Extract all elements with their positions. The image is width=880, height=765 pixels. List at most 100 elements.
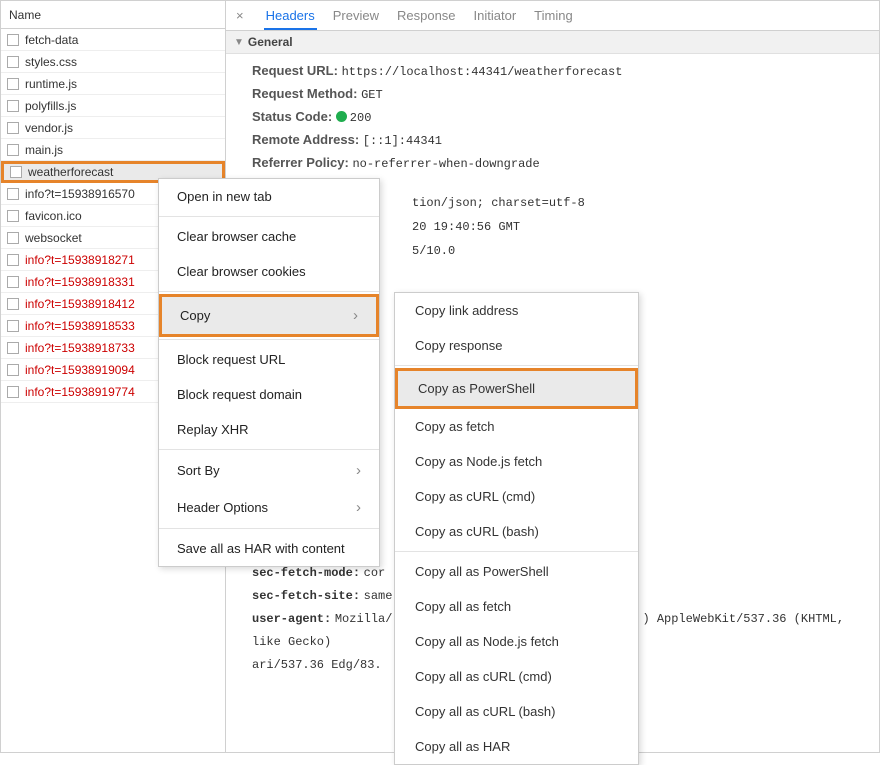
context-menu-item[interactable]: Replay XHR	[159, 412, 379, 447]
submenu-item[interactable]: Copy response	[395, 328, 638, 363]
request-name: info?t=15938918412	[25, 297, 135, 311]
context-menu-label: Clear browser cache	[177, 229, 296, 244]
general-section-body: Request URL: https://localhost:44341/wea…	[226, 54, 879, 181]
tab-response[interactable]: Response	[395, 2, 458, 28]
partial-line: tion/json; charset=utf-8	[412, 191, 879, 215]
submenu-item[interactable]: Copy as PowerShell	[395, 368, 638, 409]
request-row[interactable]: runtime.js	[1, 73, 225, 95]
row-checkbox[interactable]	[7, 342, 19, 354]
tab-timing[interactable]: Timing	[532, 2, 575, 28]
request-name: info?t=15938919774	[25, 385, 135, 399]
row-checkbox[interactable]	[7, 320, 19, 332]
submenu-item[interactable]: Copy all as Node.js fetch	[395, 624, 638, 659]
row-checkbox[interactable]	[7, 386, 19, 398]
row-checkbox[interactable]	[7, 122, 19, 134]
submenu-item[interactable]: Copy all as PowerShell	[395, 554, 638, 589]
context-menu-label: Block request domain	[177, 387, 302, 402]
submenu-item[interactable]: Copy all as cURL (cmd)	[395, 659, 638, 694]
tab-preview[interactable]: Preview	[331, 2, 381, 28]
row-checkbox[interactable]	[7, 100, 19, 112]
row-checkbox[interactable]	[7, 276, 19, 288]
name-column-header[interactable]: Name	[1, 1, 225, 29]
request-name: polyfills.js	[25, 99, 76, 113]
request-name: info?t=15938918733	[25, 341, 135, 355]
context-menu-item[interactable]: Clear browser cache	[159, 219, 379, 254]
request-row[interactable]: main.js	[1, 139, 225, 161]
status-code-value: 200	[350, 111, 372, 125]
context-menu[interactable]: Open in new tab Clear browser cache Clear …	[158, 178, 380, 567]
status-dot-icon	[336, 111, 347, 122]
request-method-value: GET	[361, 88, 383, 102]
context-menu-item[interactable]: Header Options ›	[159, 489, 379, 526]
row-checkbox[interactable]	[7, 188, 19, 200]
context-menu-label: Clear browser cookies	[177, 264, 306, 279]
chevron-right-icon: ›	[356, 462, 361, 479]
submenu-item[interactable]: Copy as Node.js fetch	[395, 444, 638, 479]
request-name: main.js	[25, 143, 63, 157]
partial-line: 5/10.0	[412, 239, 879, 263]
close-icon[interactable]: ×	[232, 8, 248, 23]
general-section-header[interactable]: ▼ General	[226, 31, 879, 54]
request-name: websocket	[25, 231, 82, 245]
context-menu-label: Save all as HAR with content	[177, 541, 345, 556]
submenu-item[interactable]: Copy as cURL (bash)	[395, 514, 638, 549]
row-checkbox[interactable]	[7, 210, 19, 222]
request-name: info?t=15938918331	[25, 275, 135, 289]
context-menu-item[interactable]: Copy›	[159, 294, 379, 337]
remote-address-label: Remote Address:	[252, 132, 359, 147]
context-menu-label: Replay XHR	[177, 422, 249, 437]
context-menu-label: Open in new tab	[177, 189, 272, 204]
submenu-item[interactable]: Copy as cURL (cmd)	[395, 479, 638, 514]
detail-tabs: × Headers Preview Response Initiator Timing	[226, 1, 879, 31]
request-row[interactable]: fetch-data	[1, 29, 225, 51]
row-checkbox[interactable]	[7, 56, 19, 68]
context-menu-item[interactable]: Open in new tab	[159, 179, 379, 214]
submenu-item[interactable]: Copy all as fetch	[395, 589, 638, 624]
request-method-label: Request Method:	[252, 86, 357, 101]
request-name: info?t=15938918271	[25, 253, 135, 267]
general-title: General	[248, 35, 293, 49]
request-name: info?t=15938916570	[25, 187, 135, 201]
request-name: runtime.js	[25, 77, 77, 91]
context-menu-label: Copy	[180, 308, 210, 323]
tab-initiator[interactable]: Initiator	[472, 2, 519, 28]
status-code-label: Status Code:	[252, 109, 332, 124]
context-menu-item[interactable]: Clear browser cookies	[159, 254, 379, 289]
copy-submenu[interactable]: Copy link addressCopy response Copy as Po…	[394, 292, 639, 765]
request-row[interactable]: vendor.js	[1, 117, 225, 139]
user-agent-label: user-agent:	[252, 612, 331, 626]
row-checkbox[interactable]	[10, 166, 22, 178]
submenu-item[interactable]: Copy as fetch	[395, 409, 638, 444]
submenu-item[interactable]: Copy all as HAR	[395, 729, 638, 764]
row-checkbox[interactable]	[7, 232, 19, 244]
request-name: favicon.ico	[25, 209, 82, 223]
row-checkbox[interactable]	[7, 298, 19, 310]
context-menu-item[interactable]: Block request URL	[159, 342, 379, 377]
request-name: fetch-data	[25, 33, 78, 47]
context-menu-item[interactable]: Sort By ›	[159, 452, 379, 489]
tab-headers[interactable]: Headers	[264, 2, 317, 30]
context-menu-label: Sort By	[177, 463, 220, 478]
sec-fetch-mode-label: sec-fetch-mode:	[252, 566, 360, 580]
remote-address-value: [::1]:44341	[363, 134, 442, 148]
user-agent-cont: ari/537.36 Edg/83.	[252, 658, 382, 672]
row-checkbox[interactable]	[7, 254, 19, 266]
chevron-right-icon: ›	[356, 499, 361, 516]
triangle-down-icon: ▼	[234, 37, 244, 48]
request-row[interactable]: polyfills.js	[1, 95, 225, 117]
context-menu-item[interactable]: Save all as HAR with content	[159, 531, 379, 566]
row-checkbox[interactable]	[7, 34, 19, 46]
context-menu-label: Block request URL	[177, 352, 285, 367]
context-menu-label: Header Options	[177, 500, 268, 515]
request-name: info?t=15938918533	[25, 319, 135, 333]
request-url-label: Request URL:	[252, 63, 338, 78]
row-checkbox[interactable]	[7, 78, 19, 90]
context-menu-item[interactable]: Block request domain	[159, 377, 379, 412]
row-checkbox[interactable]	[7, 364, 19, 376]
row-checkbox[interactable]	[7, 144, 19, 156]
referrer-policy-value: no-referrer-when-downgrade	[352, 157, 539, 171]
submenu-item[interactable]: Copy link address	[395, 293, 638, 328]
request-row[interactable]: styles.css	[1, 51, 225, 73]
request-name: styles.css	[25, 55, 77, 69]
submenu-item[interactable]: Copy all as cURL (bash)	[395, 694, 638, 729]
